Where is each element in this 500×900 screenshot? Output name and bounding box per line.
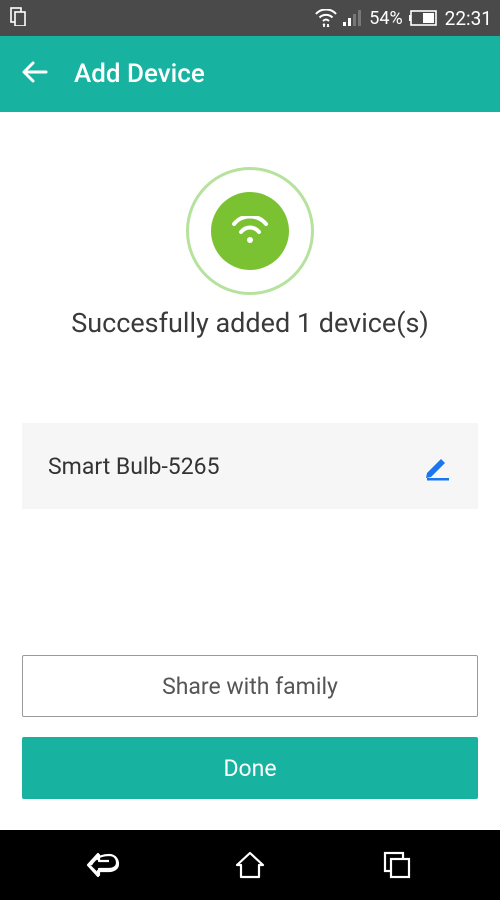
share-button-label: Share with family [162,673,338,700]
nav-back-icon[interactable] [73,851,133,879]
nav-recent-icon[interactable] [367,851,427,879]
main-content: Succesfully added 1 device(s) Smart Bulb… [0,112,500,830]
battery-percent: 54% [369,8,402,29]
edit-icon[interactable] [422,451,452,481]
device-name-label: Smart Bulb-5265 [48,453,220,480]
done-button[interactable]: Done [22,737,478,799]
nav-home-icon[interactable] [220,851,280,879]
done-button-label: Done [223,755,276,782]
page-title: Add Device [74,59,205,89]
success-message: Succesfully added 1 device(s) [71,307,429,339]
status-bar: 54% 22:31 [0,0,500,36]
title-bar: Add Device [0,36,500,112]
wifi-success-icon [211,192,289,270]
wifi-icon [315,9,337,27]
device-card: Smart Bulb-5265 [22,423,478,509]
battery-icon [409,10,439,26]
back-icon[interactable] [20,57,50,91]
signal-icon [343,10,363,26]
multi-window-icon [8,6,28,31]
success-indicator [186,167,314,295]
navigation-bar [0,830,500,900]
share-button[interactable]: Share with family [22,655,478,717]
clock: 22:31 [445,7,492,30]
